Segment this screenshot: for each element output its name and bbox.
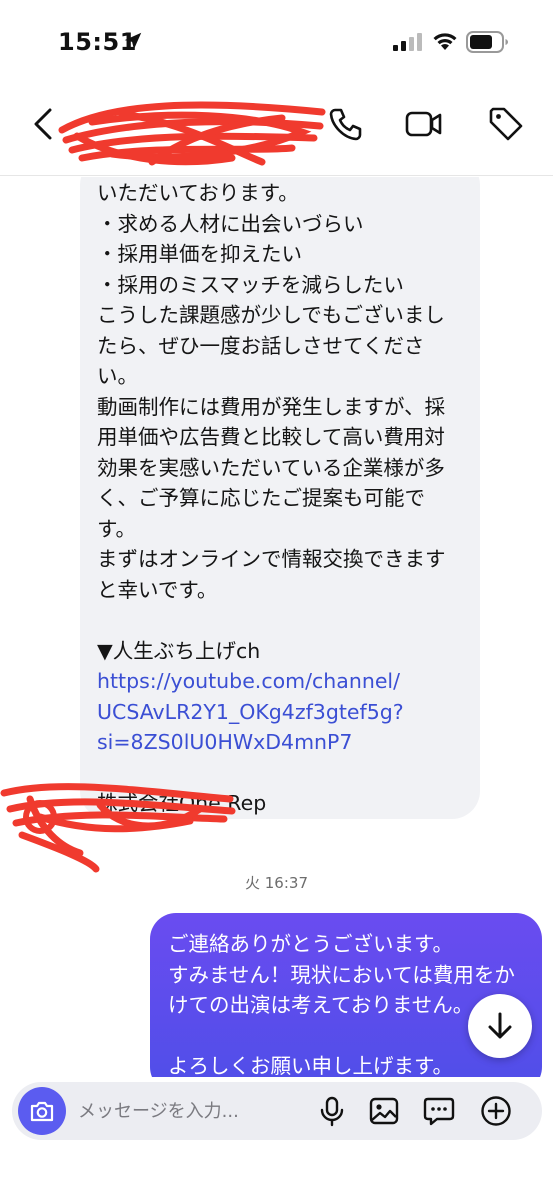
- camera-button[interactable]: [18, 1087, 66, 1135]
- message-text-line: 動画制作には費用が発生しますが、採: [97, 394, 446, 419]
- image-icon[interactable]: [368, 1095, 400, 1127]
- plus-circle-icon[interactable]: [480, 1095, 512, 1127]
- signal-icon: [393, 33, 422, 51]
- arrow-down-icon: [488, 1012, 512, 1039]
- bottom-safe-area: [0, 1140, 553, 1200]
- message-text-line: 用単価や広告費と比較して高い費用対: [97, 425, 445, 449]
- message-composer: [12, 1082, 542, 1140]
- message-text-line: く、ご予算に応じたご提案も可能で: [97, 486, 425, 510]
- camera-icon: [30, 1101, 54, 1122]
- chat-bubble-icon[interactable]: [423, 1095, 455, 1127]
- location-arrow-icon: [124, 32, 142, 50]
- wifi-icon: [433, 33, 457, 50]
- message-text-line: よろしくお願い申し上げます。: [168, 1054, 453, 1077]
- phone-icon[interactable]: [326, 104, 366, 144]
- message-text-line: こうした課題感が少しでもございまし: [97, 303, 445, 327]
- message-text-line: す。: [97, 516, 136, 541]
- channel-label: ▼人生ぶち上げch: [97, 638, 261, 663]
- message-list[interactable]: いただいております。 ・求める人材に出会いづらい ・採用単価を抑えたい ・採用の…: [0, 177, 553, 1077]
- tag-icon[interactable]: [486, 104, 526, 144]
- message-text-line: たら、ぜひ一度お話しさせてくださ: [97, 333, 425, 358]
- redaction-scribble: [0, 783, 236, 873]
- message-text-line: まずはオンラインで情報交換できます: [97, 547, 446, 571]
- message-timestamp: 火 16:37: [245, 874, 308, 892]
- message-text-line: いただいております。: [97, 181, 299, 205]
- message-text-line: い。: [97, 364, 138, 388]
- message-text-line: 効果を実感いただいている企業様が多: [97, 455, 445, 480]
- message-text-line: ・求める人材に出会いづらい: [97, 211, 364, 236]
- message-text-line: ご連絡ありがとうございます。: [168, 932, 453, 956]
- youtube-link-line[interactable]: UCSAvLR2Y1_OKg4zf3gtef5g?: [97, 697, 467, 728]
- scroll-to-bottom-button[interactable]: [468, 994, 532, 1058]
- message-text-line: ・採用単価を抑えたい: [97, 242, 302, 266]
- message-text-line: と幸いです。: [97, 577, 218, 602]
- incoming-message-bubble[interactable]: いただいております。 ・求める人材に出会いづらい ・採用単価を抑えたい ・採用の…: [80, 177, 480, 819]
- chat-header: [0, 84, 553, 176]
- youtube-link-line[interactable]: si=8ZS0lU0HWxD4mnP7: [97, 727, 467, 758]
- message-text-line: ・採用のミスマッチを減らしたい: [97, 272, 404, 297]
- video-icon[interactable]: [404, 104, 444, 144]
- redaction-scribble: [58, 101, 326, 166]
- message-text-line: すみません！現状においては費用をか: [168, 962, 515, 987]
- youtube-link-line[interactable]: https://youtube.com/channel/: [97, 666, 467, 697]
- battery-icon: [466, 31, 508, 53]
- status-bar: 15:51: [0, 0, 553, 84]
- message-input[interactable]: [78, 1096, 298, 1126]
- mic-icon[interactable]: [316, 1095, 348, 1127]
